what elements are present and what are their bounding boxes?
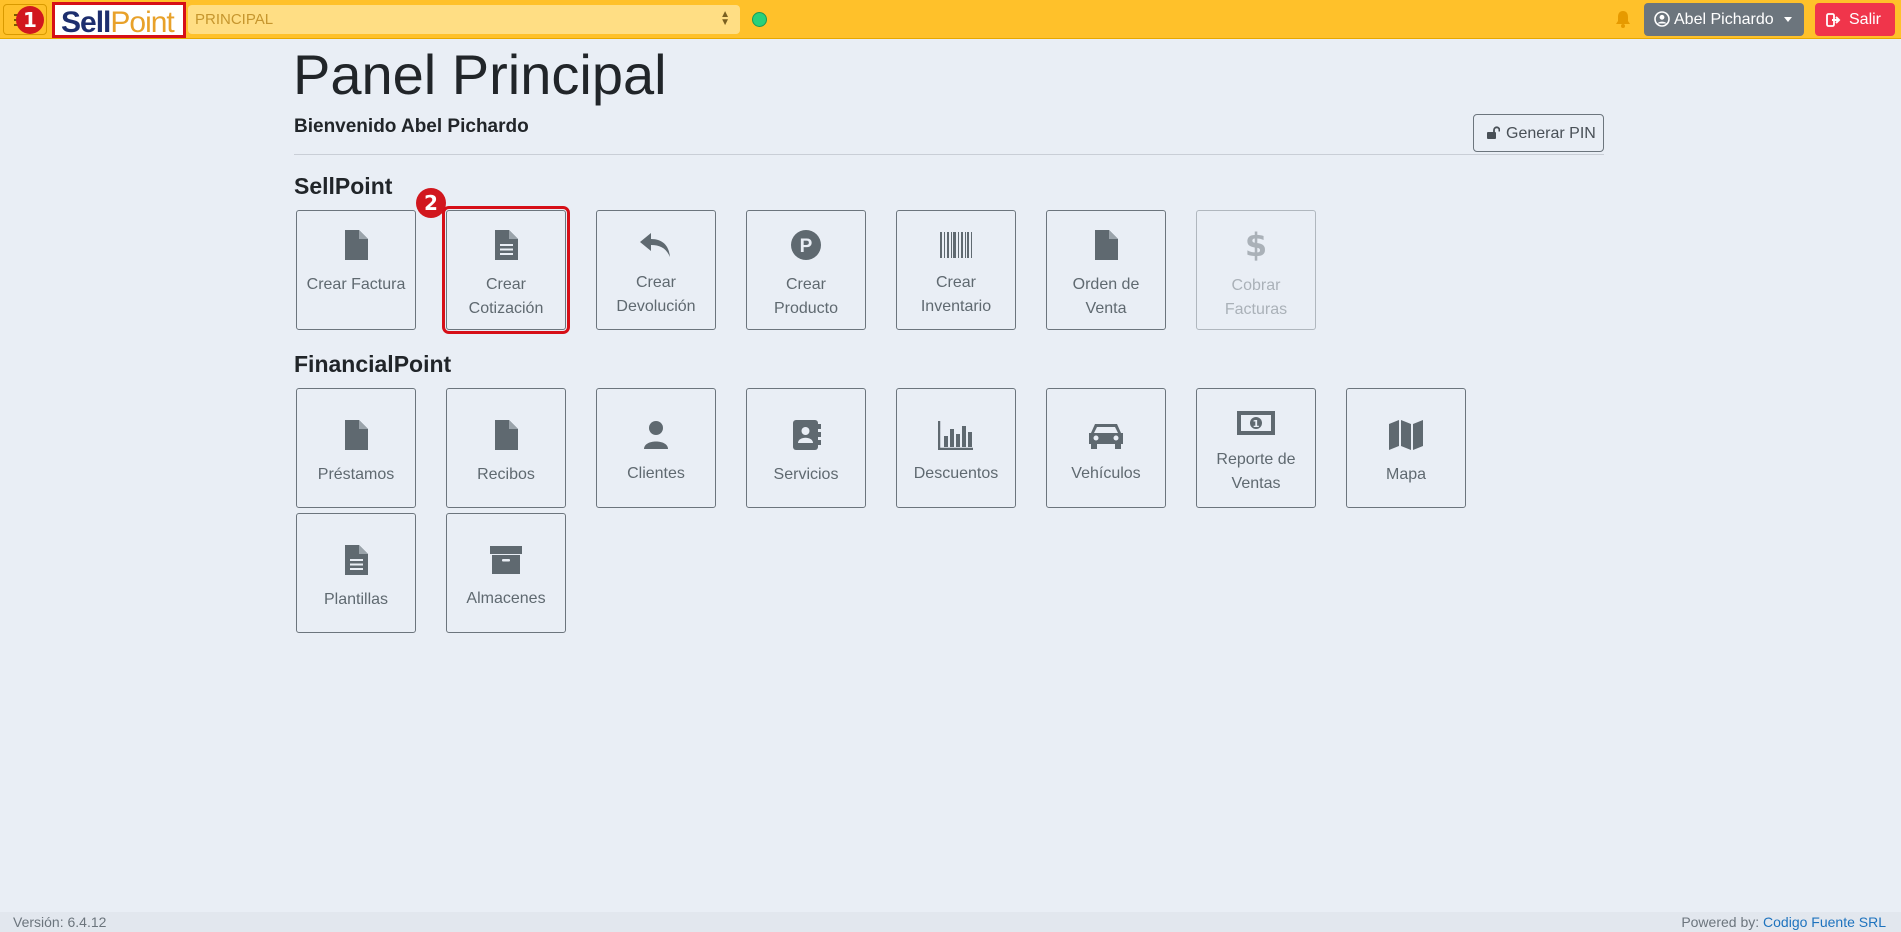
address-book-icon — [747, 419, 865, 459]
welcome-message: Bienvenido Abel Pichardo — [294, 116, 529, 137]
module-select-value: PRINCIPAL — [195, 11, 274, 28]
file-icon — [1047, 229, 1165, 269]
logout-button[interactable]: Salir — [1815, 3, 1895, 36]
file-lines-icon — [297, 544, 415, 584]
tile-label: Orden de Venta — [1072, 276, 1140, 317]
tile-crear-cotizacion[interactable]: Crear Cotización — [442, 206, 570, 334]
annotation-marker-1: 1 — [16, 6, 44, 34]
tile-cobrar-facturas: $ Cobrar Facturas — [1196, 210, 1316, 330]
car-icon — [1047, 420, 1165, 458]
svg-text:1: 1 — [1253, 419, 1260, 430]
tile-label: Crear Producto — [773, 276, 839, 317]
tile-label: Vehículos — [1071, 465, 1141, 482]
generate-pin-label: Generar PIN — [1506, 125, 1596, 142]
powered-by: Powered by: Codigo Fuente SRL — [1681, 912, 1886, 932]
connection-status-indicator — [752, 12, 767, 27]
header-divider — [294, 154, 1604, 155]
tile-label: Crear Inventario — [920, 274, 992, 315]
unlock-icon — [1487, 126, 1500, 139]
user-menu-button[interactable]: Abel Pichardo — [1644, 3, 1804, 36]
tile-crear-factura[interactable]: Crear Factura — [296, 210, 416, 330]
tile-vehiculos[interactable]: Vehículos — [1046, 388, 1166, 508]
reply-icon — [597, 231, 715, 267]
tile-label: Mapa — [1385, 466, 1427, 483]
footer: Versión: 6.4.12 Powered by: Codigo Fuent… — [0, 912, 1901, 932]
section-title-sellpoint: SellPoint — [294, 173, 393, 199]
generate-pin-button[interactable]: Generar PIN — [1473, 114, 1604, 152]
sellpoint-logo[interactable]: SellPoint — [52, 2, 186, 39]
tile-servicios[interactable]: Servicios — [746, 388, 866, 508]
tile-crear-devolucion[interactable]: Crear Devolución — [596, 210, 716, 330]
tile-label: Crear Cotización — [468, 276, 544, 317]
version-text: Versión: 6.4.12 — [13, 914, 107, 930]
file-icon — [447, 419, 565, 459]
map-icon — [1347, 419, 1465, 459]
tile-reporte-de-ventas[interactable]: 1 Reporte de Ventas — [1196, 388, 1316, 508]
file-icon — [297, 419, 415, 459]
section-title-financialpoint: FinancialPoint — [294, 351, 452, 377]
tile-label: Crear Factura — [306, 276, 406, 293]
file-icon — [297, 229, 415, 269]
tile-label: Servicios — [773, 466, 839, 483]
barcode-icon — [897, 231, 1015, 267]
tile-orden-de-venta[interactable]: Orden de Venta — [1046, 210, 1166, 330]
tile-label: Descuentos — [913, 465, 999, 482]
chevron-down-icon — [1784, 17, 1792, 22]
tile-crear-producto[interactable]: P Crear Producto — [746, 210, 866, 330]
tile-crear-inventario[interactable]: Crear Inventario — [896, 210, 1016, 330]
annotation-marker-2: 2 — [416, 188, 446, 218]
archive-icon — [447, 545, 565, 583]
powered-by-prefix: Powered by: — [1681, 914, 1764, 930]
tile-clientes[interactable]: Clientes — [596, 388, 716, 508]
logo-point-text: Point — [110, 6, 174, 39]
user-icon — [597, 420, 715, 458]
user-name: Abel Pichardo — [1674, 11, 1774, 28]
tile-label: Crear Devolución — [616, 274, 696, 315]
tile-label: Plantillas — [323, 591, 389, 608]
tile-plantillas[interactable]: Plantillas — [296, 513, 416, 633]
tile-descuentos[interactable]: Descuentos — [896, 388, 1016, 508]
top-navbar: 1 SellPoint PRINCIPAL ▲ ▼ Abel Pichardo S… — [0, 0, 1901, 39]
bar-chart-icon — [897, 420, 1015, 458]
powered-by-link[interactable]: Codigo Fuente SRL — [1763, 914, 1886, 930]
money-bill-icon: 1 — [1197, 410, 1315, 444]
svg-text:$: $ — [1245, 228, 1267, 262]
module-select[interactable]: PRINCIPAL ▲ ▼ — [188, 5, 740, 34]
dollar-icon: $ — [1197, 226, 1315, 270]
file-lines-icon — [447, 229, 565, 269]
select-arrows-icon: ▲ ▼ — [720, 9, 730, 28]
tile-label: Clientes — [627, 465, 685, 482]
tile-almacenes[interactable]: Almacenes — [446, 513, 566, 633]
user-circle-icon — [1654, 11, 1670, 27]
tile-label: Reporte de Ventas — [1216, 451, 1296, 492]
tile-label: Cobrar Facturas — [1224, 277, 1288, 318]
logo-sell-text: Sell — [61, 6, 111, 39]
logout-label: Salir — [1849, 11, 1882, 28]
page-title: Panel Principal — [293, 43, 667, 106]
svg-text:P: P — [800, 236, 813, 257]
bell-icon[interactable] — [1615, 10, 1631, 29]
tile-recibos[interactable]: Recibos — [446, 388, 566, 508]
tile-label: Recibos — [477, 466, 535, 483]
product-p-icon: P — [747, 229, 865, 269]
tile-label: Almacenes — [466, 590, 546, 607]
tile-label: Préstamos — [317, 466, 395, 483]
sign-out-icon — [1826, 13, 1841, 27]
tile-prestamos[interactable]: Préstamos — [296, 388, 416, 508]
tile-mapa[interactable]: Mapa — [1346, 388, 1466, 508]
